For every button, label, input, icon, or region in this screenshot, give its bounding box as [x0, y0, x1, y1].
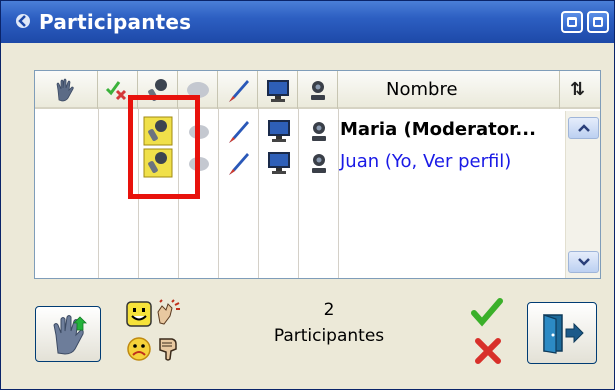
monitor-icon — [268, 120, 290, 142]
maximize-icon — [593, 17, 603, 27]
restore-button[interactable] — [561, 11, 583, 33]
header-hand[interactable] — [35, 71, 98, 109]
sad-icon[interactable] — [125, 335, 153, 363]
pen-icon — [229, 153, 249, 175]
exit-door-icon — [543, 314, 584, 354]
scroll-down-button[interactable] — [568, 251, 599, 273]
pen-icon — [229, 121, 249, 143]
participants-list: Nombre ⇅ Maria (Moderator... Juan (Yo, V… — [34, 70, 601, 279]
participant-name-self[interactable]: Juan (Yo, Ver perfil) — [340, 151, 511, 172]
table-row[interactable]: Maria (Moderator... — [35, 115, 565, 147]
participants-window: Participantes Nombre ⇅ Maria (Moderator.… — [0, 0, 615, 390]
monitor-icon — [268, 152, 290, 174]
participant-count-label: Participantes — [273, 326, 385, 346]
maximize-button[interactable] — [587, 11, 609, 33]
scroll-up-button[interactable] — [568, 117, 599, 139]
window-title: Participantes — [39, 10, 192, 34]
chevron-up-icon — [578, 124, 590, 132]
header-draw[interactable] — [218, 71, 258, 109]
webcam-icon — [311, 81, 325, 100]
chevron-logo-icon — [16, 14, 30, 28]
header-webcam[interactable] — [298, 71, 338, 109]
restore-icon — [567, 17, 577, 27]
participant-count-number: 2 — [323, 300, 335, 320]
microphone-highlight-box — [128, 95, 200, 199]
list-header: Nombre ⇅ — [35, 71, 600, 109]
smile-icon[interactable] — [125, 300, 153, 328]
webcam-icon — [312, 122, 326, 141]
webcam-icon — [312, 154, 326, 173]
applause-icon[interactable] — [154, 298, 182, 326]
raise-hand-button[interactable] — [35, 306, 101, 362]
header-screen[interactable] — [258, 71, 298, 109]
raise-hand-icon — [56, 78, 74, 102]
table-row[interactable]: Juan (Yo, Ver perfil) — [35, 147, 565, 179]
raise-hand-icon — [53, 315, 87, 355]
title-bar[interactable]: Participantes — [1, 1, 614, 43]
monitor-icon — [267, 80, 289, 102]
participant-count: 2 Participantes — [259, 297, 399, 349]
exit-door-button[interactable] — [527, 302, 597, 364]
column-name-label: Nombre — [386, 79, 458, 100]
check-icon[interactable] — [471, 298, 503, 328]
thumbs-down-icon[interactable] — [154, 335, 182, 363]
pen-icon — [229, 80, 249, 102]
cross-icon[interactable] — [474, 337, 502, 365]
chevron-down-icon — [578, 258, 590, 266]
participant-name: Maria (Moderator... — [340, 119, 536, 140]
sort-button[interactable]: ⇅ — [570, 79, 585, 100]
vertical-scrollbar[interactable] — [565, 111, 600, 278]
